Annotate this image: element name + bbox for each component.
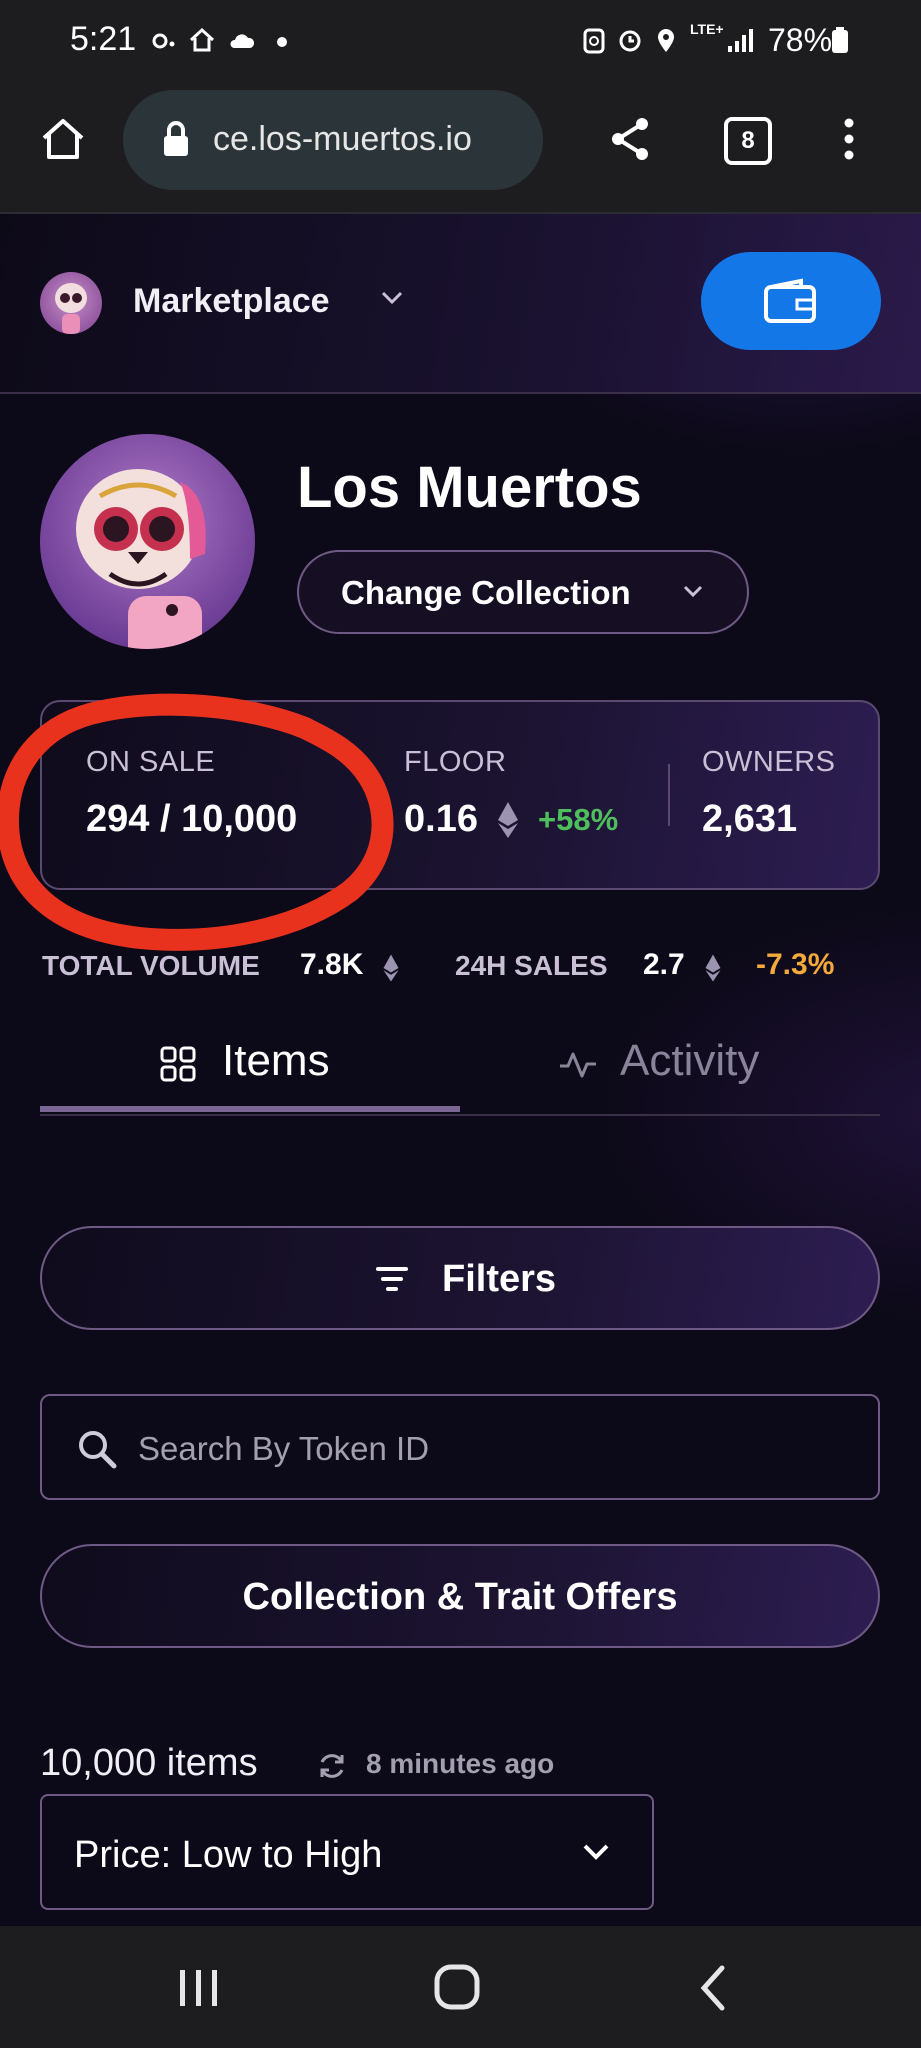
filters-button[interactable]: Filters bbox=[40, 1226, 880, 1330]
tab-count: 8 bbox=[741, 127, 755, 154]
grid-icon bbox=[160, 1046, 196, 1082]
sort-value: Price: Low to High bbox=[74, 1834, 383, 1876]
url-text: ce.los-muertos.io bbox=[213, 120, 472, 158]
change-collection-label: Change Collection bbox=[341, 574, 631, 611]
floor-change: +58% bbox=[538, 802, 619, 837]
chevron-down-icon bbox=[683, 585, 703, 598]
floor-value: 0.16 bbox=[404, 798, 478, 840]
tabs-row: Items Activity bbox=[40, 1014, 880, 1116]
activity-icon bbox=[560, 1052, 596, 1078]
refresh-icon bbox=[320, 1754, 344, 1778]
chevron-down-icon bbox=[583, 1844, 609, 1860]
skull-avatar-icon bbox=[76, 469, 206, 649]
wallet-icon bbox=[764, 278, 816, 323]
floor-label: FLOOR bbox=[404, 746, 507, 778]
annotation-circle bbox=[0, 693, 394, 951]
items-count: 10,000 items bbox=[40, 1742, 258, 1784]
cloud-app-icon bbox=[230, 34, 255, 48]
back-icon[interactable] bbox=[696, 1964, 732, 2012]
home-icon[interactable] bbox=[38, 114, 88, 164]
system-nav-bar bbox=[0, 1926, 921, 2048]
skull-logo-icon bbox=[55, 283, 87, 334]
home-app-icon bbox=[189, 27, 215, 52]
collection-avatar bbox=[40, 434, 255, 649]
ethereum-icon bbox=[498, 802, 518, 838]
tab-activity-label: Activity bbox=[620, 1036, 760, 1085]
ethereum-icon bbox=[705, 954, 721, 982]
share-icon[interactable] bbox=[606, 114, 656, 164]
24h-sales-label: 24H SALES bbox=[455, 950, 608, 981]
network-type: LTE+ bbox=[690, 21, 724, 37]
24h-sales-change: -7.3% bbox=[756, 948, 835, 981]
filter-icon bbox=[376, 1267, 408, 1291]
owners-label: OWNERS bbox=[702, 746, 836, 778]
marketplace-menu[interactable]: Marketplace bbox=[133, 282, 330, 321]
filters-label: Filters bbox=[442, 1258, 557, 1300]
sort-select[interactable]: Price: Low to High bbox=[40, 1794, 654, 1910]
carrier-icon bbox=[152, 33, 175, 49]
collection-title: Los Muertos bbox=[297, 455, 642, 520]
recycle-icon bbox=[583, 28, 605, 54]
alarm-icon bbox=[619, 30, 641, 52]
browser-toolbar: ce.los-muertos.io 8 bbox=[0, 84, 921, 214]
chevron-down-icon[interactable] bbox=[378, 288, 406, 308]
search-input[interactable]: Search By Token ID bbox=[40, 1394, 880, 1500]
recent-apps-icon[interactable] bbox=[176, 1966, 222, 2010]
signal-icon bbox=[728, 29, 753, 52]
brand-avatar[interactable] bbox=[40, 272, 102, 334]
more-menu-icon[interactable] bbox=[836, 114, 862, 164]
change-collection-button[interactable]: Change Collection bbox=[297, 550, 749, 634]
tab-items-label: Items bbox=[222, 1036, 330, 1085]
status-time: 5:21 bbox=[70, 20, 137, 58]
collection-offers-button[interactable]: Collection & Trait Offers bbox=[40, 1544, 880, 1648]
dot-icon bbox=[277, 37, 287, 47]
status-bar: 5:21 LTE+ 78% bbox=[0, 0, 921, 84]
battery-icon bbox=[832, 27, 848, 53]
site-header: Marketplace bbox=[0, 214, 921, 394]
wallet-button[interactable] bbox=[701, 252, 881, 350]
battery-percent: 78% bbox=[768, 22, 833, 58]
tabs-button[interactable]: 8 bbox=[724, 117, 772, 165]
lock-icon bbox=[164, 121, 188, 156]
url-bar[interactable]: ce.los-muertos.io bbox=[123, 90, 543, 190]
owners-value: 2,631 bbox=[702, 798, 798, 840]
refresh-time: 8 minutes ago bbox=[366, 1748, 555, 1779]
24h-sales-value: 2.7 bbox=[643, 948, 685, 981]
active-tab-indicator bbox=[40, 1106, 460, 1112]
page-content: Marketplace Los Muertos Change Collectio… bbox=[0, 214, 921, 1924]
home-nav-icon[interactable] bbox=[432, 1962, 482, 2012]
search-placeholder: Search By Token ID bbox=[138, 1430, 430, 1467]
location-icon bbox=[658, 29, 674, 52]
search-icon bbox=[79, 1431, 117, 1469]
offers-label: Collection & Trait Offers bbox=[242, 1576, 678, 1618]
stats-divider bbox=[668, 764, 670, 826]
